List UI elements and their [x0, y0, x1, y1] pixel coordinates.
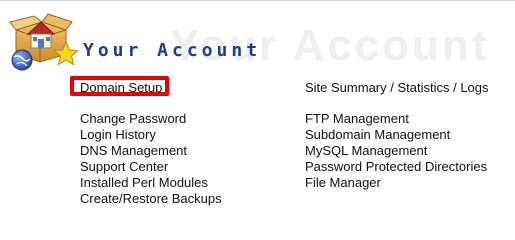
top-border — [0, 0, 515, 1]
page-title: Your Account — [83, 40, 262, 61]
file-manager-link[interactable]: File Manager — [305, 175, 381, 191]
installed-perl-modules-link[interactable]: Installed Perl Modules — [80, 175, 208, 191]
support-center-link[interactable]: Support Center — [80, 159, 168, 175]
create-restore-backups-link[interactable]: Create/Restore Backups — [80, 191, 222, 207]
highlight-box — [70, 76, 169, 96]
ftp-management-link[interactable]: FTP Management — [305, 111, 409, 127]
login-history-link[interactable]: Login History — [80, 127, 156, 143]
change-password-link[interactable]: Change Password — [80, 111, 186, 127]
password-protected-directories-link[interactable]: Password Protected Directories — [305, 159, 487, 175]
subdomain-management-link[interactable]: Subdomain Management — [305, 127, 450, 143]
account-page: Your Account Your Account Domain Setup C… — [0, 0, 515, 232]
dns-management-link[interactable]: DNS Management — [80, 143, 187, 159]
site-summary-link[interactable]: Site Summary / Statistics / Logs — [305, 80, 489, 96]
house-globe-star-icon — [9, 13, 78, 71]
mysql-management-link[interactable]: MySQL Management — [305, 143, 427, 159]
